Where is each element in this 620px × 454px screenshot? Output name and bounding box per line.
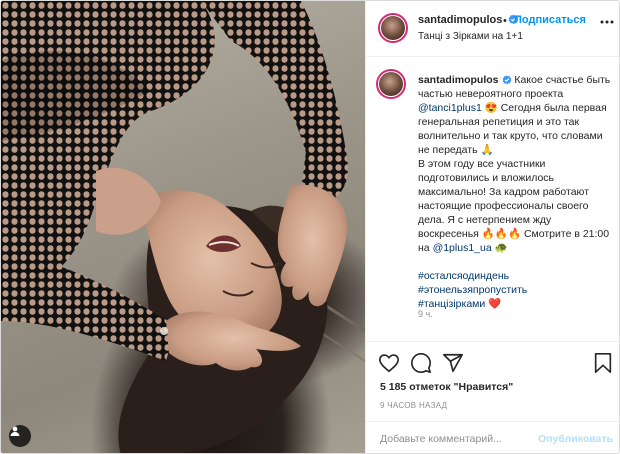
verified-badge-icon [502,75,511,85]
hashtag-link[interactable]: #осталсяодиндень [418,270,509,282]
hashtag-link[interactable]: #этонельзяпропустить [418,284,527,296]
post-photo[interactable] [1,1,365,453]
action-bar [366,341,619,377]
photo-illustration [1,1,365,453]
likes-count[interactable]: 5 185 отметок "Нравится" [380,381,513,393]
share-icon[interactable] [442,352,464,374]
comments-area: santadimopulos Какое счастье быть частью… [366,57,619,335]
header-separator: • [503,15,507,27]
post-details-panel: santadimopulos • Подписаться Танці з Зір… [365,1,619,453]
caption-avatar[interactable] [376,69,406,99]
comment-bar: Опубликовать [366,421,619,453]
follow-button[interactable]: Подписаться [514,14,586,26]
bookmark-icon[interactable] [592,352,614,374]
emoji: 🐢 [494,242,508,254]
mention-link[interactable]: @1plus1_ua [433,242,492,254]
header-subtitle[interactable]: Танці з Зірками на 1+1 [418,31,523,42]
comment-input[interactable] [380,431,530,447]
instagram-post: santadimopulos • Подписаться Танці з Зір… [0,0,620,454]
post-header: santadimopulos • Подписаться Танці з Зір… [366,1,619,57]
emoji: 🙏 [480,144,494,156]
post-timestamp[interactable]: 9 ЧАСОВ НАЗАД [380,401,447,410]
emoji: 😍 [484,102,498,114]
caption-time[interactable]: 9 ч. [418,309,433,319]
avatar[interactable] [378,13,408,43]
username-link[interactable]: santadimopulos [418,14,502,26]
caption-text: santadimopulos Какое счастье быть частью… [418,73,614,311]
heart-emoji: ❤️ [488,298,502,310]
user-tag-icon[interactable] [9,425,31,447]
comment-icon[interactable] [410,352,432,374]
mention-link[interactable]: @tanci1plus1 [418,102,482,114]
publish-button[interactable]: Опубликовать [538,433,613,445]
heart-icon[interactable] [378,352,400,374]
more-options-icon[interactable] [600,15,614,29]
emoji: 🔥🔥🔥 [481,228,522,240]
caption-username[interactable]: santadimopulos [418,74,499,86]
